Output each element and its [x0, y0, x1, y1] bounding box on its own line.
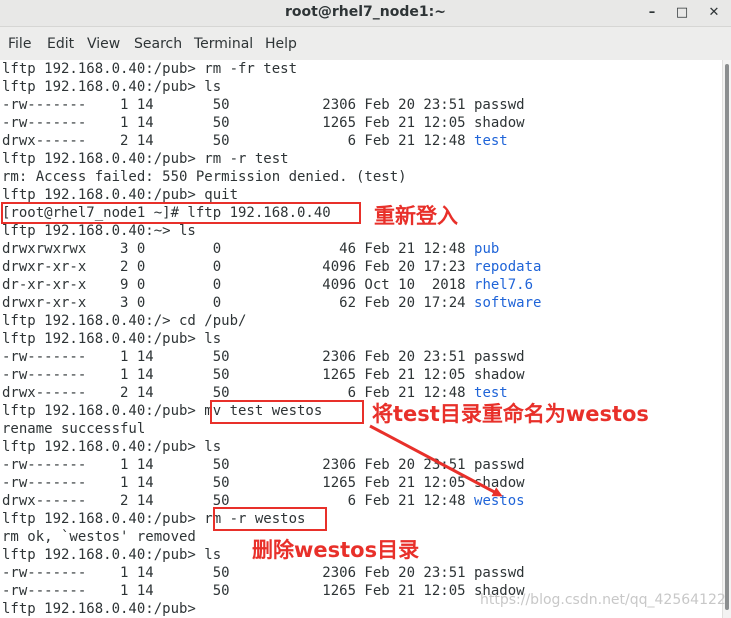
terminal-window: root@rhel7_node1:~ – □ ✕ File Edit View …	[0, 0, 731, 618]
annotation-arrow	[369, 424, 503, 497]
watermark: https://blog.csdn.net/qq_42564122	[480, 592, 726, 608]
